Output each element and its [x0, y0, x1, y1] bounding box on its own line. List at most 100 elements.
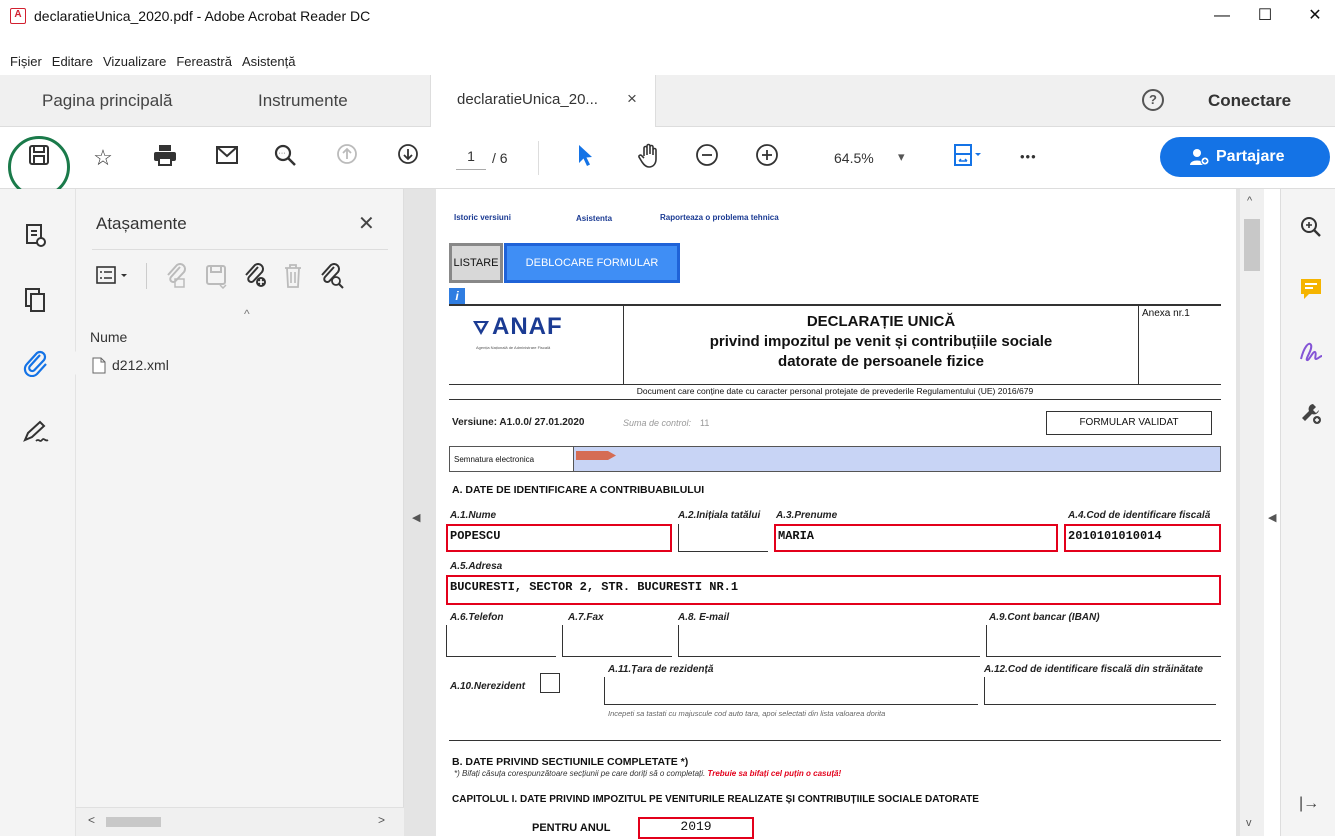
info-icon[interactable]: i — [449, 288, 465, 304]
save-attachment-icon[interactable] — [204, 263, 228, 289]
print-icon[interactable] — [150, 143, 180, 173]
residence-country-field[interactable] — [604, 677, 978, 705]
page-total: / 6 — [492, 150, 508, 166]
menu-window[interactable]: Fereastră — [176, 51, 232, 73]
section-b-title: B. DATE PRIVIND SECTIUNILE COMPLETATE *) — [452, 756, 689, 768]
link-report-problem[interactable]: Raporteaza o problema tehnica — [660, 213, 779, 222]
open-attachment-icon[interactable] — [164, 263, 188, 289]
select-cursor-icon[interactable] — [570, 143, 600, 173]
bookmark-star-icon[interactable]: ☆ — [88, 143, 118, 173]
link-version-history[interactable]: Istoric versiuni — [454, 213, 511, 222]
active-panel-notch — [64, 351, 76, 375]
expand-panel-icon[interactable]: |→ — [1299, 795, 1319, 813]
save-icon[interactable] — [24, 143, 54, 173]
page-thumbnails-icon[interactable] — [24, 223, 48, 254]
sort-arrow-icon[interactable]: ^ — [244, 307, 250, 321]
fit-page-icon[interactable] — [952, 143, 982, 173]
scroll-down-icon[interactable]: v — [1246, 817, 1252, 829]
zoom-dropdown-chevron-icon[interactable]: ▾ — [898, 149, 905, 165]
form-title-1: DECLARAȚIE UNICĂ — [806, 313, 956, 330]
section-a-title: A. DATE DE IDENTIFICARE A CONTRIBUABILUL… — [452, 484, 705, 496]
attachments-paperclip-icon[interactable] — [22, 349, 50, 382]
tab-close-icon[interactable]: × — [627, 89, 637, 109]
electronic-signature-field[interactable]: Semnatura electronica — [449, 446, 1221, 472]
unlock-form-button[interactable]: DEBLOCARE FORMULAR — [504, 243, 680, 283]
more-tools-wrench-icon[interactable] — [1299, 401, 1323, 425]
toolbar: ☆ ··· 1 / 6 64.5% ▾ ••• Partajare — [0, 127, 1335, 198]
title-bar: A declaratieUnica_2020.pdf - Adobe Acrob… — [0, 0, 1335, 32]
address-field[interactable]: BUCURESTI, SECTOR 2, STR. BUCURESTI NR.1 — [446, 575, 1221, 605]
zoom-out-icon[interactable] — [692, 143, 722, 173]
menu-help[interactable]: Asistență — [242, 51, 295, 73]
scroll-left-icon[interactable]: < — [88, 813, 95, 827]
svg-text:···: ··· — [279, 150, 286, 157]
search-attachment-icon[interactable] — [318, 263, 344, 289]
a7-label: A.7.Fax — [568, 612, 604, 623]
fax-field[interactable] — [562, 625, 672, 657]
search-icon[interactable]: ··· — [270, 143, 300, 173]
vertical-scrollbar[interactable]: ^ v — [1240, 189, 1264, 836]
last-name-field[interactable]: POPESCU — [446, 524, 672, 552]
connect-button[interactable]: Conectare — [1208, 91, 1291, 111]
comment-icon[interactable] — [1299, 277, 1323, 301]
zoom-in-icon[interactable] — [752, 143, 782, 173]
signature-pen-icon[interactable] — [22, 419, 52, 450]
hand-tool-icon[interactable] — [634, 143, 664, 173]
help-icon[interactable]: ? — [1142, 89, 1164, 111]
collapse-right-panel-icon[interactable]: ◀ — [1268, 511, 1276, 524]
page-number-input[interactable]: 1 — [456, 148, 486, 170]
menu-file[interactable]: Fișier — [10, 51, 42, 73]
a2-label: A.2.Inițiala tatălui — [678, 510, 761, 521]
zoom-tool-icon[interactable] — [1299, 215, 1323, 239]
pages-copy-icon[interactable] — [24, 287, 48, 318]
tab-document[interactable]: declaratieUnica_20... × — [430, 75, 656, 128]
next-page-icon[interactable] — [393, 143, 423, 173]
link-assistance[interactable]: Asistenta — [576, 214, 612, 223]
father-initial-field[interactable] — [678, 524, 768, 552]
menu-edit[interactable]: Editare — [52, 51, 93, 73]
scroll-up-icon[interactable]: ^ — [1247, 195, 1252, 207]
foreign-tax-id-field[interactable] — [984, 677, 1216, 705]
list-button[interactable]: LISTARE — [449, 243, 503, 283]
anaf-shield-icon — [473, 321, 489, 335]
year-label: PENTRU ANUL — [532, 822, 611, 834]
email-icon[interactable] — [212, 143, 242, 173]
minimize-button[interactable]: — — [1202, 4, 1242, 28]
zoom-level[interactable]: 64.5% — [834, 150, 874, 166]
header-line — [449, 384, 1221, 385]
previous-page-icon[interactable] — [332, 143, 362, 173]
left-navigation-rail — [0, 189, 76, 836]
more-tools-icon[interactable]: ••• — [1020, 149, 1037, 164]
scroll-right-icon[interactable]: > — [378, 813, 385, 827]
close-window-button[interactable]: ✕ — [1295, 4, 1335, 28]
maximize-button[interactable]: ☐ — [1245, 4, 1285, 28]
phone-field[interactable] — [446, 625, 556, 657]
control-sum-value: 11 — [700, 418, 710, 428]
form-title-3: datorate de persoanele fizice — [778, 353, 984, 370]
right-tools-rail: |→ — [1280, 189, 1335, 836]
a12-label: A.12.Cod de identificare fiscală din str… — [984, 664, 1203, 675]
collapse-left-panel-icon[interactable]: ◀ — [412, 511, 420, 524]
delete-attachment-icon[interactable] — [282, 263, 304, 289]
tab-document-label: declaratieUnica_20... — [457, 91, 598, 108]
tax-id-field[interactable]: 2010101010014 — [1064, 524, 1221, 552]
email-field[interactable] — [678, 625, 980, 657]
iban-field[interactable] — [986, 625, 1221, 657]
first-name-field[interactable]: MARIA — [774, 524, 1058, 552]
vertical-scrollbar-thumb[interactable] — [1244, 219, 1260, 271]
tab-home[interactable]: Pagina principală — [42, 75, 172, 127]
horizontal-scrollbar[interactable]: < > — [76, 807, 404, 836]
close-panel-icon[interactable]: ✕ — [358, 211, 375, 236]
scrollbar-thumb[interactable] — [106, 817, 161, 827]
attachment-list-item[interactable]: d212.xml — [90, 354, 290, 376]
menu-view[interactable]: Vizualizare — [103, 51, 166, 73]
non-resident-checkbox[interactable] — [540, 673, 560, 693]
add-attachment-icon[interactable] — [242, 263, 268, 289]
tab-tools[interactable]: Instrumente — [258, 75, 348, 127]
form-title-2: privind impozitul pe venit și contribuți… — [709, 333, 1053, 350]
country-hint: Incepeti sa tastati cu majuscule cod aut… — [608, 709, 886, 718]
options-menu-icon[interactable] — [96, 265, 132, 287]
share-button[interactable]: Partajare — [1160, 137, 1330, 177]
name-column-header[interactable]: Nume — [90, 329, 127, 345]
fill-sign-icon[interactable] — [1299, 339, 1325, 363]
